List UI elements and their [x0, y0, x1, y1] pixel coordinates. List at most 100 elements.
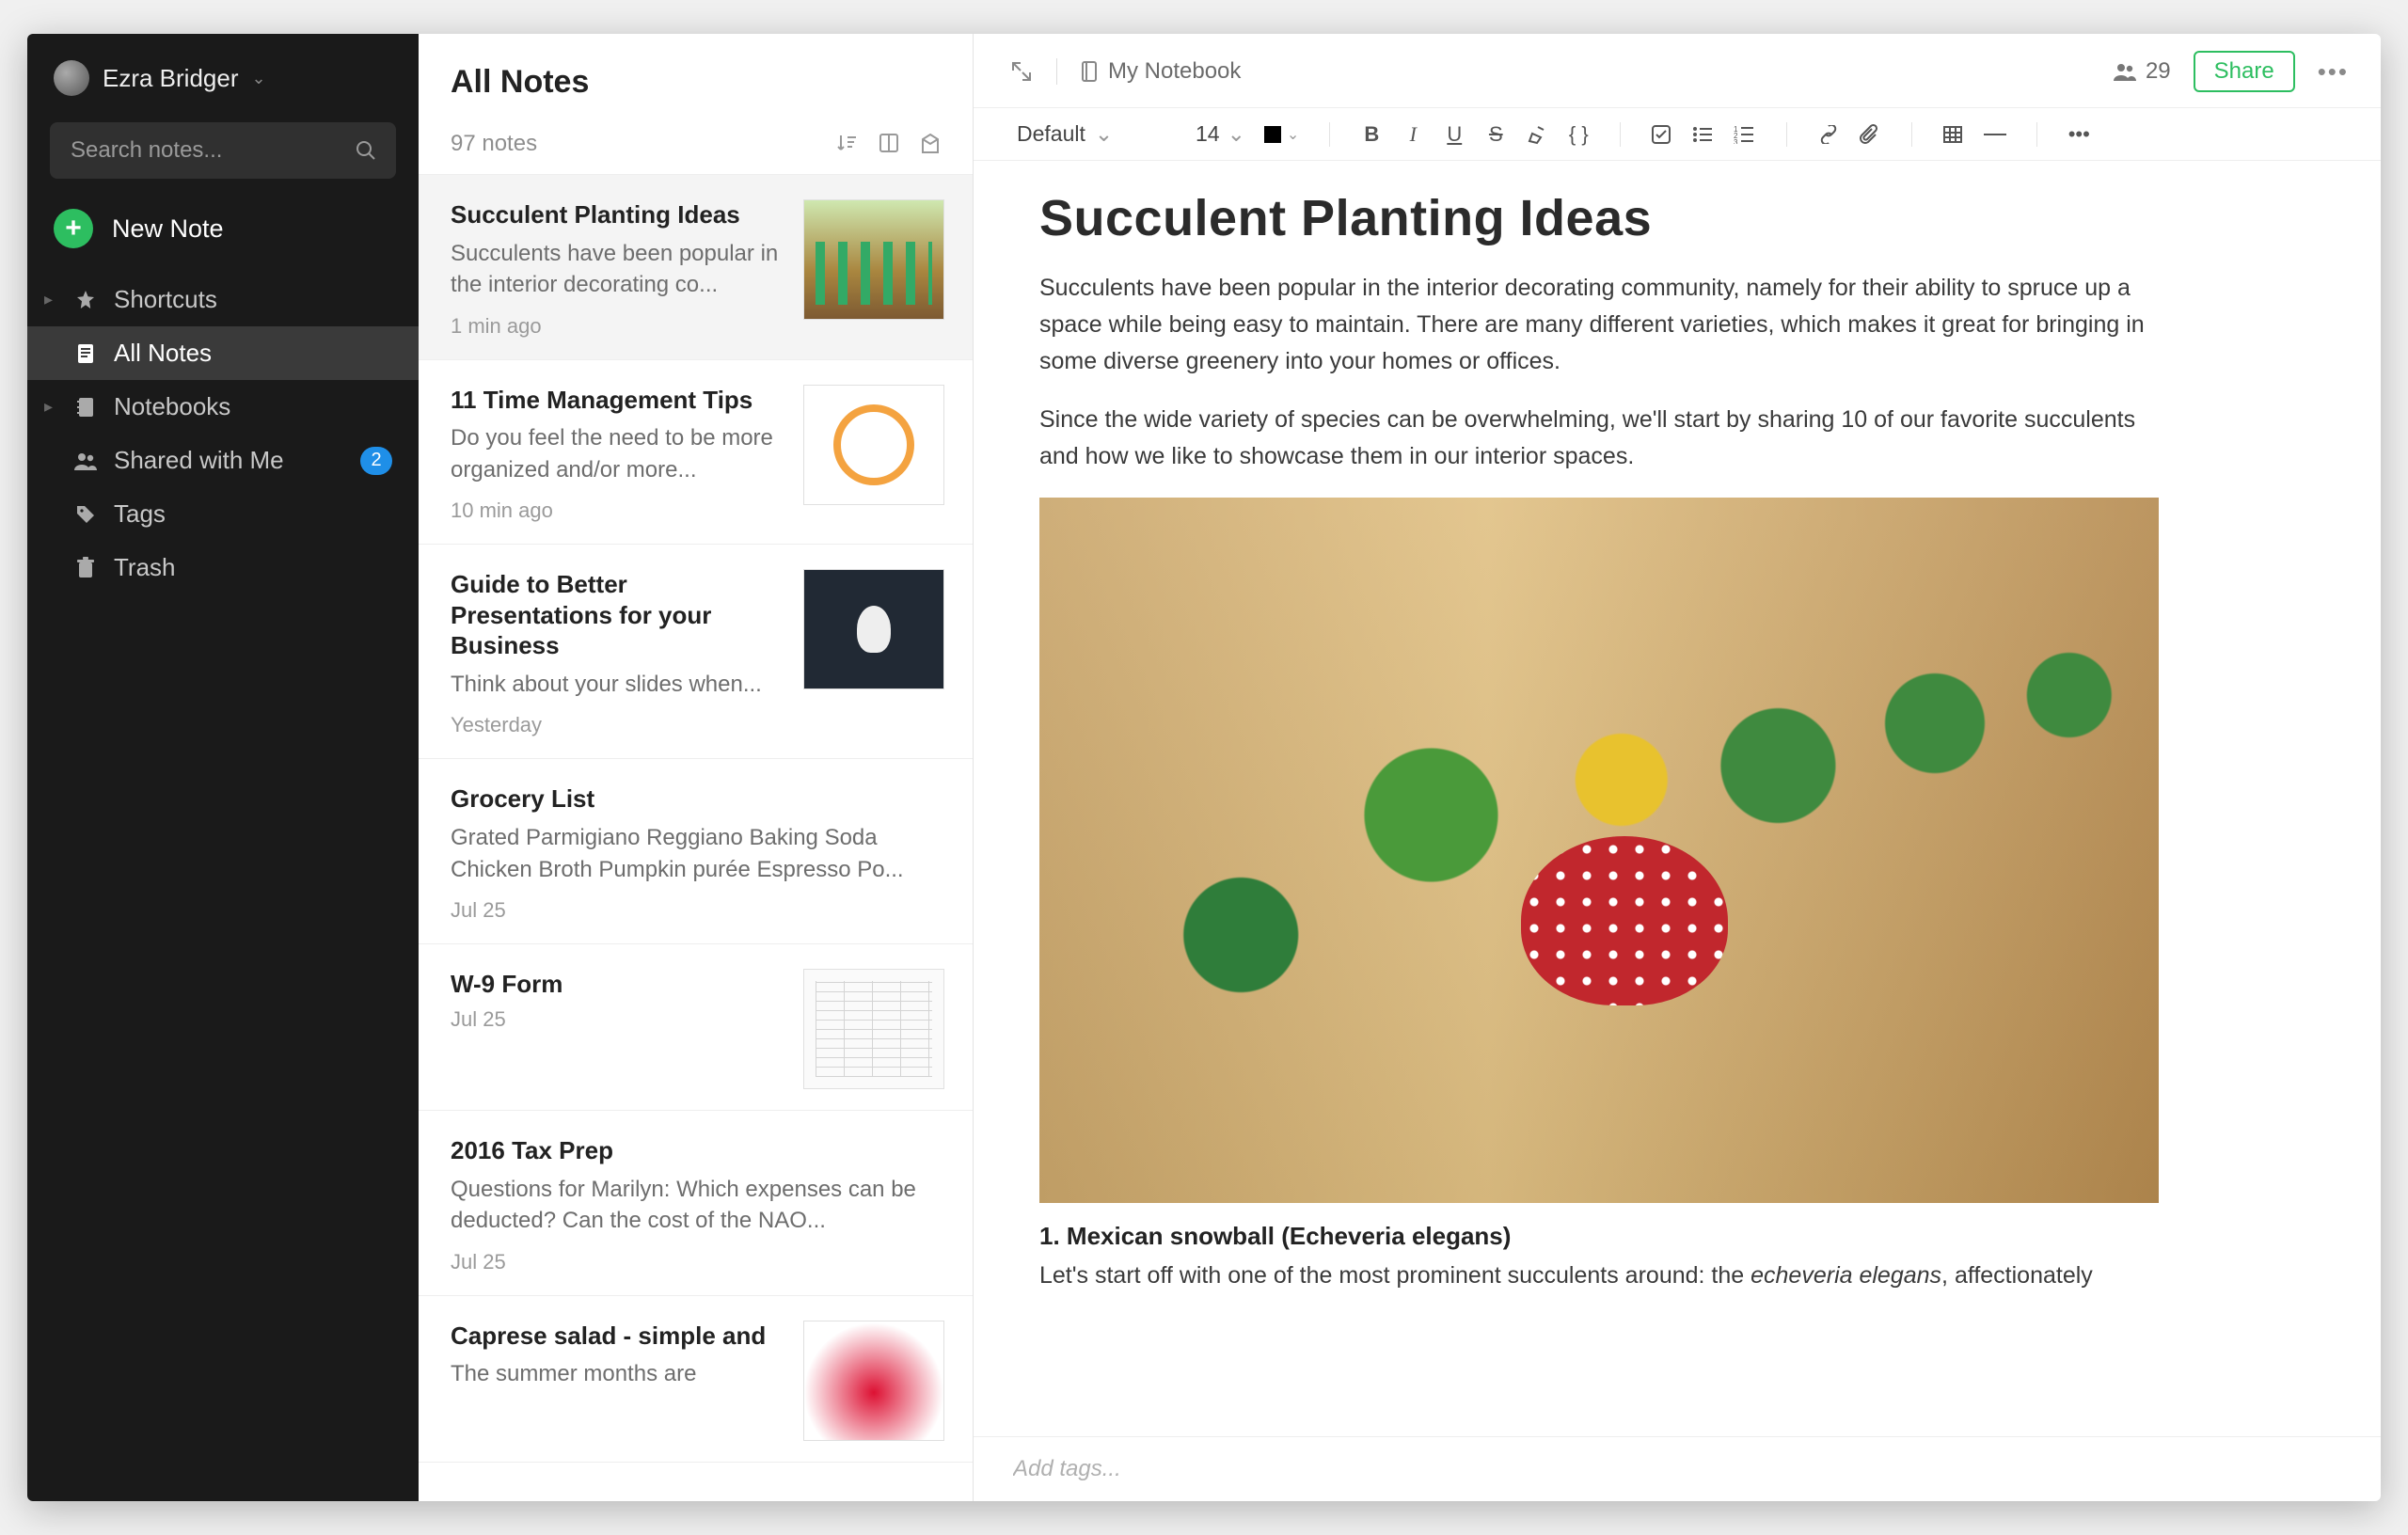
note-list-title: All Notes: [451, 64, 941, 101]
italic-button[interactable]: I: [1402, 122, 1424, 147]
note-title[interactable]: Succulent Planting Ideas: [1039, 189, 2315, 247]
note-card[interactable]: W-9 Form Jul 25: [419, 944, 973, 1111]
note-list-header: All Notes: [419, 34, 973, 110]
paragraph[interactable]: Succulents have been popular in the inte…: [1039, 270, 2149, 379]
notebook-icon: [72, 396, 99, 419]
share-count-value: 29: [2146, 58, 2171, 85]
note-card-thumbnail: [803, 569, 944, 689]
paragraph[interactable]: Let's start off with one of the most pro…: [1039, 1258, 2315, 1294]
note-card-thumbnail: [803, 385, 944, 505]
note-card-snippet: The summer months are: [451, 1358, 783, 1390]
color-swatch-icon: [1264, 126, 1281, 143]
note-card-time: 10 min ago: [451, 498, 783, 523]
editor-header-left: My Notebook: [1009, 58, 1241, 85]
view-toggle-icon[interactable]: [879, 133, 899, 155]
separator: [1911, 122, 1912, 147]
note-card[interactable]: 2016 Tax PrepQuestions for Marilyn: Whic…: [419, 1111, 973, 1296]
nav-tags[interactable]: Tags: [27, 487, 419, 541]
nav-label: All Notes: [114, 339, 212, 368]
app-window: Ezra Bridger ⌄ + New Note ▸ Shortcuts: [27, 34, 2381, 1501]
note-content[interactable]: Succulent Planting Ideas Succulents have…: [974, 161, 2381, 1436]
note-image[interactable]: [1039, 498, 2159, 1203]
caret-right-icon: ▸: [44, 397, 57, 417]
nav-label: Notebooks: [114, 392, 230, 421]
tag-icon: [72, 503, 99, 526]
highlight-button[interactable]: [1526, 124, 1548, 145]
note-count: 97 notes: [451, 131, 537, 157]
list-group: 123: [1651, 124, 1756, 145]
heading[interactable]: 1. Mexican snowball (Echeveria elegans): [1039, 1222, 2315, 1251]
text-color-button[interactable]: ⌄: [1264, 125, 1299, 144]
text: , affectionately: [1941, 1262, 2093, 1289]
note-list-subheader: 97 notes: [419, 110, 973, 175]
checkbox-button[interactable]: [1651, 124, 1673, 145]
plus-icon: +: [54, 209, 93, 248]
sort-icon[interactable]: [835, 133, 858, 155]
note-card-title: Grocery List: [451, 783, 944, 815]
separator: [1786, 122, 1787, 147]
note-card-title: Guide to Better Presentations for your B…: [451, 569, 783, 661]
underline-button[interactable]: U: [1443, 122, 1465, 147]
share-button[interactable]: Share: [2194, 51, 2295, 92]
notebook-breadcrumb[interactable]: My Notebook: [1080, 58, 1241, 85]
font-name: Default: [1017, 121, 1085, 147]
editor-header: My Notebook 29 Share •••: [974, 34, 2381, 108]
note-card-title: Caprese salad - simple and: [451, 1321, 783, 1352]
notebook-icon: [1080, 60, 1099, 83]
link-button[interactable]: [1817, 125, 1840, 144]
note-card-time: Yesterday: [451, 713, 783, 737]
chevron-down-icon: ⌄: [1287, 125, 1299, 144]
toolbar-more-button[interactable]: •••: [2067, 122, 2090, 147]
code-button[interactable]: { }: [1567, 122, 1590, 147]
table-button[interactable]: [1942, 125, 1965, 144]
note-card[interactable]: 11 Time Management TipsDo you feel the n…: [419, 360, 973, 546]
bullet-list-button[interactable]: [1692, 125, 1715, 144]
note-card-title: W-9 Form: [451, 969, 783, 1000]
username: Ezra Bridger: [103, 64, 239, 93]
divider: [1056, 58, 1057, 85]
notebook-name: My Notebook: [1108, 58, 1241, 85]
divider-button[interactable]: [1984, 132, 2006, 137]
note-card[interactable]: Guide to Better Presentations for your B…: [419, 545, 973, 759]
nav-all-notes[interactable]: All Notes: [27, 326, 419, 380]
note-card-time: Jul 25: [451, 1007, 783, 1032]
attachment-button[interactable]: [1859, 123, 1881, 146]
shared-badge: 2: [360, 447, 392, 475]
reminder-icon[interactable]: [920, 133, 941, 155]
editor-header-right: 29 Share •••: [2112, 51, 2349, 92]
note-list-scroll[interactable]: Succulent Planting IdeasSucculents have …: [419, 175, 973, 1501]
nav-notebooks[interactable]: ▸ Notebooks: [27, 380, 419, 434]
account-switcher[interactable]: Ezra Bridger ⌄: [27, 43, 419, 113]
note-card-time: 1 min ago: [451, 314, 783, 339]
tag-input[interactable]: [1013, 1456, 2341, 1482]
nav-trash[interactable]: Trash: [27, 541, 419, 594]
separator: [2036, 122, 2037, 147]
font-size-select[interactable]: 14 ⌄: [1196, 121, 1245, 147]
nav-shortcuts[interactable]: ▸ Shortcuts: [27, 273, 419, 326]
format-toolbar: Default ⌄ 14 ⌄ ⌄ B I U S: [974, 108, 2381, 161]
new-note-button[interactable]: + New Note: [27, 198, 419, 273]
bold-button[interactable]: B: [1360, 122, 1383, 147]
note-card[interactable]: Grocery ListGrated Parmigiano Reggiano B…: [419, 759, 973, 944]
note-card-title: Succulent Planting Ideas: [451, 199, 783, 230]
search-input[interactable]: [50, 122, 396, 179]
more-icon[interactable]: •••: [2318, 57, 2349, 87]
avatar: [54, 60, 89, 96]
share-count[interactable]: 29: [2112, 58, 2171, 85]
people-icon: [72, 451, 99, 471]
strikethrough-button[interactable]: S: [1484, 122, 1507, 147]
font-select[interactable]: Default ⌄: [1017, 121, 1177, 147]
sidebar-nav: ▸ Shortcuts All Notes ▸ Notebooks: [27, 273, 419, 594]
expand-icon[interactable]: [1009, 59, 1034, 84]
note-card[interactable]: Caprese salad - simple and The summer mon…: [419, 1296, 973, 1463]
nav-label: Shared with Me: [114, 446, 284, 475]
numbered-list-button[interactable]: 123: [1734, 125, 1756, 144]
search-container: [50, 122, 396, 179]
trash-icon: [72, 557, 99, 579]
paragraph[interactable]: Since the wide variety of species can be…: [1039, 402, 2149, 475]
note-card-time: Jul 25: [451, 1250, 944, 1274]
note-card[interactable]: Succulent Planting IdeasSucculents have …: [419, 175, 973, 360]
insert-group: [1817, 123, 1881, 146]
note-card-time: Jul 25: [451, 898, 944, 923]
nav-shared[interactable]: Shared with Me 2: [27, 434, 419, 487]
